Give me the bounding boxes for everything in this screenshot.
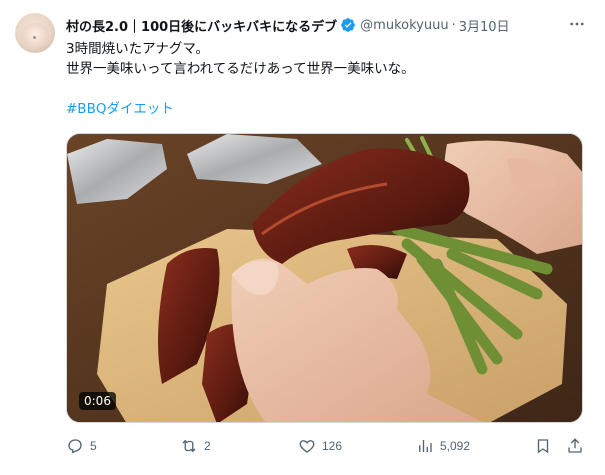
like-count: 126 [322, 439, 343, 453]
tweet-header: 村の長2.0｜100日後にバッキバキになるデブ @mukokyuuu · 3月1… [66, 15, 510, 35]
author-handle[interactable]: @mukokyuuu [360, 18, 448, 33]
share-icon [568, 438, 582, 453]
reply-button[interactable]: 5 [66, 436, 97, 456]
like-button[interactable]: 126 [298, 436, 342, 456]
bookmark-icon [537, 439, 549, 454]
verified-badge-icon [340, 17, 356, 33]
reply-count: 5 [90, 439, 97, 453]
action-bar: 5 2 126 5,092 [66, 436, 586, 456]
video-player[interactable]: 0:06 [66, 133, 583, 423]
tweet-card[interactable]: 村の長2.0｜100日後にバッキバキになるデブ @mukokyuuu · 3月1… [0, 0, 605, 475]
views-count: 5,092 [440, 439, 471, 453]
retweet-icon [182, 439, 196, 453]
hashtag-link[interactable]: #BBQダイエット [66, 101, 174, 117]
views-button[interactable]: 5,092 [416, 436, 470, 456]
tweet-text: 3時間焼いたアナグマ。 世界一美味いって言われてるだけあって世界一美味いな。 #… [66, 39, 586, 119]
author-name[interactable]: 村の長2.0｜100日後にバッキバキになるデブ [66, 16, 337, 35]
video-thumbnail [67, 134, 582, 422]
views-icon [419, 440, 432, 452]
more-icon[interactable] [567, 14, 587, 34]
avatar[interactable] [15, 13, 55, 53]
retweet-count: 2 [204, 439, 211, 453]
retweet-button[interactable]: 2 [180, 436, 211, 456]
video-duration: 0:06 [79, 392, 116, 410]
reply-icon [68, 439, 82, 454]
separator-dot: · [451, 17, 456, 33]
bookmark-button[interactable] [534, 436, 552, 456]
share-button[interactable] [566, 436, 584, 456]
tweet-date[interactable]: 3月10日 [459, 16, 510, 35]
tweet-text-line-2: 世界一美味いって言われてるだけあって世界一美味いな。 [66, 61, 415, 77]
avatar-navel [33, 36, 36, 39]
tweet-text-line-1: 3時間焼いたアナグマ。 [66, 41, 209, 57]
heart-icon [299, 440, 315, 453]
